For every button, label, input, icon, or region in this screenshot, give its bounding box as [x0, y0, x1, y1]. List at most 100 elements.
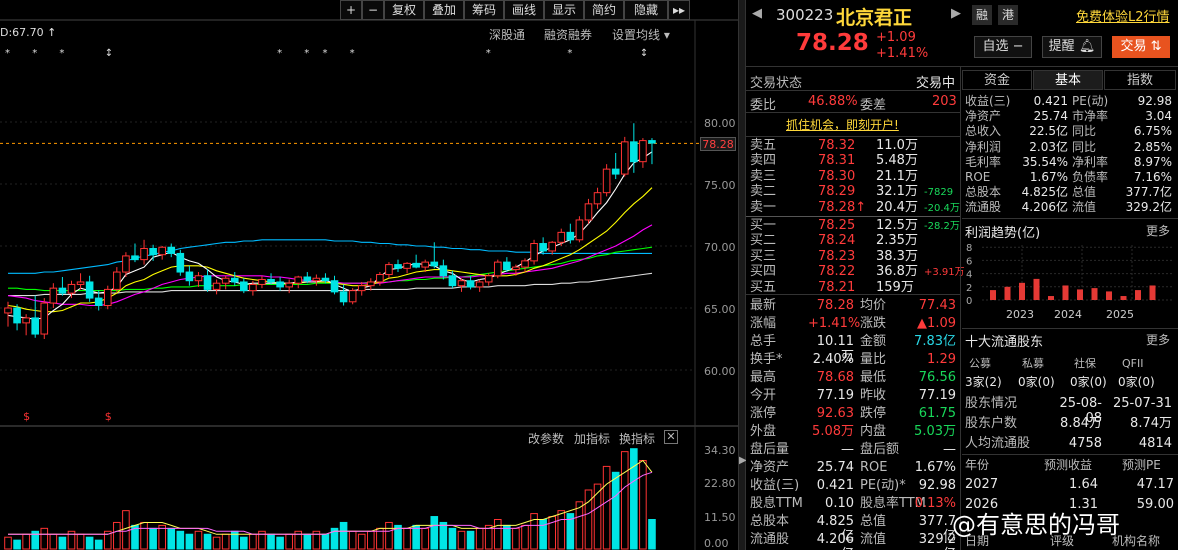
profit-bar: [1019, 282, 1025, 300]
candle-body: [530, 243, 538, 262]
volume-bar: [611, 471, 620, 550]
quote-value: 61.75: [918, 406, 956, 421]
profit-axis-label: 0: [966, 296, 972, 307]
candle-body: [357, 285, 366, 292]
volume-bar: [85, 536, 94, 550]
quote-label: PE(动)*: [860, 478, 906, 493]
event-star-marker: *: [304, 48, 309, 59]
profit-more-link[interactable]: 更多: [1146, 222, 1170, 239]
candle-body: [249, 283, 257, 292]
volume-bar: [475, 527, 484, 550]
tab-capital[interactable]: 资金: [962, 70, 1032, 90]
quote-value: ▲1.09: [917, 316, 956, 331]
candle-body: [584, 203, 593, 221]
quote-label: 收益(三): [750, 478, 800, 493]
edit-params-link[interactable]: 改参数: [528, 430, 564, 447]
volume-bar: [602, 465, 611, 550]
quote-label: 流通股: [750, 532, 790, 547]
ask-level-label: 卖五: [750, 138, 777, 153]
profit-year-label: 2024: [1054, 308, 1082, 321]
candle-body: [620, 141, 629, 175]
candle-body: [512, 266, 520, 271]
candle-body: [158, 246, 166, 256]
holders-more-link[interactable]: 更多: [1146, 331, 1170, 348]
weibi-label: 委比: [750, 98, 777, 113]
quote-label: 盘后额: [860, 442, 900, 457]
candle-body: [276, 281, 284, 288]
volume-bar: [203, 533, 212, 550]
ask-level-label: 卖二: [750, 184, 777, 200]
fundamental-label: 净利率: [1072, 154, 1109, 169]
candle-body: [484, 275, 493, 283]
candle-body: [648, 140, 656, 144]
bid-volume: 12.5万: [876, 218, 918, 233]
ask-change: -7829: [924, 187, 954, 199]
price-axis-label: 70.00: [704, 241, 736, 254]
holder-row-value: 4758: [1068, 436, 1102, 451]
close-indicator-icon[interactable]: ✕: [664, 430, 678, 444]
profit-bar: [1077, 289, 1083, 300]
holder-type-count: 0家(0): [1118, 375, 1155, 389]
candle-body: [630, 141, 638, 163]
tab-index[interactable]: 指数: [1104, 70, 1176, 90]
l2-trial-link[interactable]: 免费体验L2行情: [1076, 6, 1170, 25]
ask-volume: 11.0万: [876, 138, 918, 153]
alert-button[interactable]: 提醒 🔔︎: [1042, 36, 1102, 58]
candlestick-chart[interactable]: * * * * * * * * * ↕ ↕ $ $: [0, 0, 738, 550]
volume-bar: [49, 533, 58, 550]
candle-body: [85, 281, 94, 299]
candle-body: [457, 280, 466, 287]
margin-tag[interactable]: 融: [972, 5, 992, 25]
forecast-header: 年份: [965, 458, 990, 472]
change-indicator-link[interactable]: 换指标: [619, 430, 655, 447]
fundamental-value: 329.2亿: [1125, 200, 1172, 215]
candle-body: [557, 231, 566, 243]
holder-row-label: 股东户数: [965, 416, 1018, 431]
ask-volume: 5.48万: [876, 153, 918, 169]
candle-body: [149, 247, 157, 256]
candle-body: [321, 277, 330, 282]
quote-label: 流值: [860, 532, 887, 547]
volume-bar: [113, 521, 121, 550]
profit-axis-label: 8: [966, 243, 972, 254]
volume-bar: [466, 530, 475, 550]
volume-axis-label: 0.00: [704, 537, 729, 550]
panel-splitter[interactable]: ▶: [738, 0, 747, 550]
fundamental-value: 8.97%: [1133, 154, 1172, 169]
trade-button[interactable]: 交易 ⇅: [1112, 36, 1170, 58]
watchlist-button[interactable]: 自选 −: [974, 36, 1032, 58]
holder-row-label: 股东情况: [965, 396, 1018, 411]
candle-body: [49, 287, 58, 304]
collapse-arrow-icon[interactable]: ▶: [739, 455, 747, 471]
add-indicator-link[interactable]: 加指标: [574, 430, 610, 447]
holder-type-header: 私募: [1022, 357, 1044, 370]
hk-connect-tag[interactable]: 港: [998, 5, 1018, 25]
quote-value: 5.08万: [812, 424, 854, 439]
quote-value: 1.67%: [914, 460, 956, 475]
quote-label: 最高: [750, 370, 777, 385]
kline-chart-area[interactable]: + − 复权 叠加 筹码 画线 显示 简约 隐藏 ▸▸ D:67.70 ↑ 深股通 融资融券 设置…: [0, 0, 738, 550]
price-axis-label: 65.00: [704, 303, 736, 316]
candle-body: [430, 261, 439, 267]
open-account-banner[interactable]: 抓住机会，即刻开户!: [786, 116, 899, 133]
quote-label: 换手*: [750, 352, 783, 367]
fundamental-label: 净利润: [965, 139, 1002, 154]
profit-trend-chart: 8 6 4 2 0 2023 2024 2025: [966, 243, 1172, 321]
fundamental-value: 22.5亿: [1029, 124, 1068, 139]
next-stock-arrow-icon[interactable]: ▶: [951, 6, 961, 21]
quote-label: 涨停: [750, 406, 777, 421]
tab-basic[interactable]: 基本: [1033, 70, 1103, 90]
ask-price: 78.29: [818, 184, 856, 200]
candle-body: [611, 168, 620, 175]
prev-stock-arrow-icon[interactable]: ◀: [752, 6, 762, 21]
candle-body: [339, 291, 348, 303]
profit-bar: [1033, 278, 1040, 300]
quote-value: 77.43: [918, 298, 956, 313]
quote-value: 0.13%: [914, 496, 956, 511]
volume-bar: [403, 527, 411, 550]
bid-price: 78.24: [818, 233, 856, 249]
volume-bar: [412, 524, 420, 550]
price-axis-label: 60.00: [704, 365, 736, 378]
quote-value: 77.19: [918, 388, 956, 403]
candle-body: [140, 247, 148, 261]
